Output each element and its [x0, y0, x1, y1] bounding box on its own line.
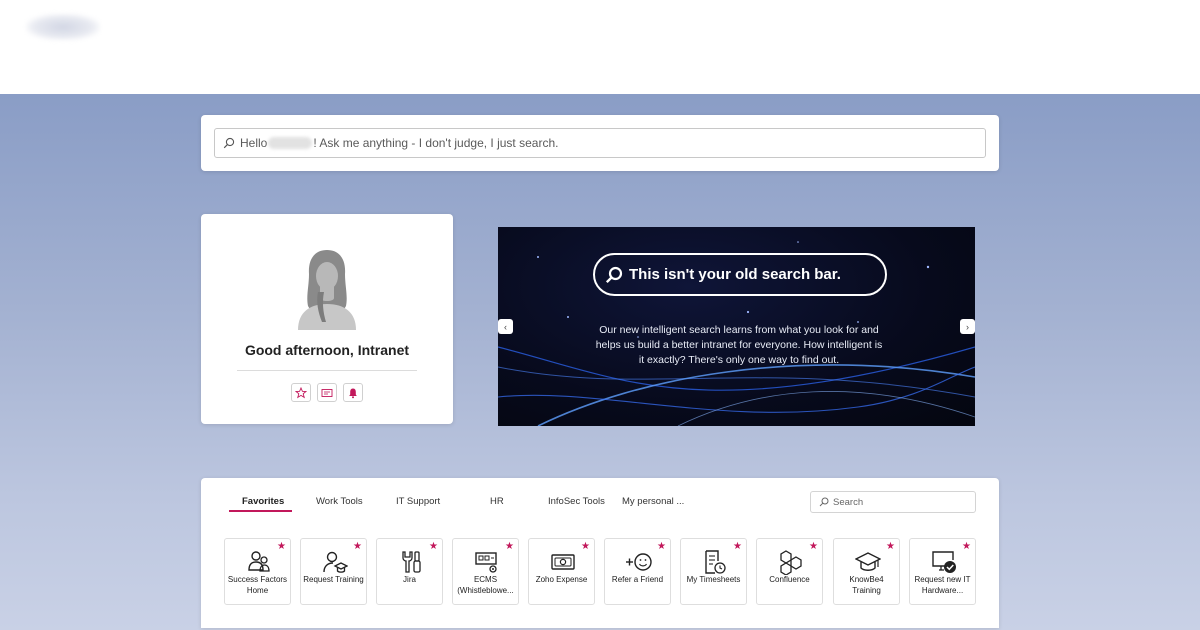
- monitor-check-icon: [932, 551, 956, 573]
- tab-infosec-tools[interactable]: InfoSec Tools: [548, 496, 605, 507]
- favorite-star-icon[interactable]: ★: [809, 542, 818, 552]
- favorite-star-icon[interactable]: ★: [733, 542, 742, 552]
- tile-request-new-it-hardware[interactable]: ★ Request new IT Hardware...: [909, 538, 976, 605]
- person-graduate-icon: [323, 551, 348, 573]
- tile-label: Request Training: [303, 575, 364, 584]
- favorite-star-icon[interactable]: ★: [505, 542, 514, 552]
- id-card-icon: [321, 388, 333, 397]
- carousel-prev-button[interactable]: ‹: [498, 319, 513, 334]
- tile-label: Refer a Friend: [611, 575, 664, 584]
- tile-success-factors-home[interactable]: ★ Success Factors Home: [224, 538, 291, 605]
- tile-label: Jira: [403, 575, 416, 584]
- tab-work-tools[interactable]: Work Tools: [316, 496, 363, 507]
- tile-label: My Timesheets: [686, 575, 741, 584]
- timesheet-icon: [705, 550, 726, 574]
- notifications-button[interactable]: [343, 383, 363, 402]
- tile-ecms[interactable]: ★ ECMS (Whistleblowe...: [452, 538, 519, 605]
- favorite-star-icon[interactable]: ★: [429, 542, 438, 552]
- redacted-user-name: [268, 137, 313, 149]
- promo-banner[interactable]: This isn't your old search bar. Our new …: [498, 227, 975, 426]
- banner-headline-text: This isn't your old search bar.: [629, 266, 841, 283]
- tile-label: ECMS (Whistleblowe...: [457, 575, 514, 595]
- carousel-next-button[interactable]: ›: [960, 319, 975, 334]
- mortarboard-icon: [855, 552, 881, 571]
- add-smiley-icon: [626, 553, 652, 571]
- tab-hr[interactable]: HR: [490, 496, 504, 507]
- search-card: Hello ! Ask me anything - I don't judge,…: [201, 115, 999, 171]
- favorite-star-icon[interactable]: ★: [657, 542, 666, 552]
- global-search-input[interactable]: Hello ! Ask me anything - I don't judge,…: [214, 128, 986, 158]
- tile-label: Confluence: [769, 575, 810, 584]
- bell-icon: [349, 388, 357, 398]
- favorite-star-icon[interactable]: ★: [962, 542, 971, 552]
- tile-label: KnowBe4 Training: [849, 575, 884, 595]
- favorite-star-icon[interactable]: ★: [886, 542, 895, 552]
- tools-search-placeholder: Search: [833, 496, 864, 508]
- favorites-button[interactable]: [291, 383, 311, 402]
- tile-knowbe4-training[interactable]: ★ KnowBe4 Training: [833, 538, 900, 605]
- divider: [237, 370, 417, 371]
- chevron-left-icon: ‹: [504, 321, 507, 332]
- search-icon: [605, 266, 623, 283]
- hexagons-icon: [780, 550, 802, 575]
- company-logo[interactable]: [26, 14, 100, 40]
- money-icon: [551, 554, 575, 570]
- people-icon: [248, 551, 270, 572]
- favorite-star-icon[interactable]: ★: [581, 542, 590, 552]
- tile-label: Success Factors Home: [227, 575, 288, 595]
- tile-zoho-expense[interactable]: ★ Zoho Expense: [528, 538, 595, 605]
- chevron-right-icon: ›: [966, 321, 969, 332]
- search-placeholder-text: ! Ask me anything - I don't judge, I jus…: [313, 136, 559, 150]
- tab-my-personal[interactable]: My personal ...: [622, 496, 684, 507]
- greeting-text: Good afternoon, Intranet: [244, 342, 410, 358]
- banner-body-text: Our new intelligent search learns from w…: [595, 324, 883, 366]
- tools-search-input[interactable]: Search: [810, 491, 976, 513]
- tile-request-training[interactable]: ★ Request Training: [300, 538, 367, 605]
- star-icon: [295, 386, 307, 398]
- tile-label: Zoho Expense: [535, 575, 588, 584]
- tile-refer-a-friend[interactable]: ★ Refer a Friend: [604, 538, 671, 605]
- top-header: [0, 0, 1200, 94]
- banner-headline: This isn't your old search bar.: [593, 253, 887, 296]
- tile-label: Request new IT Hardware...: [914, 575, 971, 595]
- search-icon: [819, 497, 829, 507]
- tools-icon: [402, 551, 421, 573]
- search-icon: [223, 137, 235, 149]
- favorite-star-icon[interactable]: ★: [353, 542, 362, 552]
- tile-confluence[interactable]: ★ Confluence: [756, 538, 823, 605]
- tab-it-support[interactable]: IT Support: [396, 496, 440, 507]
- tools-card: Favorites Work Tools IT Support HR InfoS…: [201, 478, 999, 628]
- search-greeting-prefix: Hello: [240, 136, 268, 150]
- tile-my-timesheets[interactable]: ★ My Timesheets: [680, 538, 747, 605]
- server-settings-icon: [475, 552, 497, 573]
- active-tab-indicator: [229, 510, 292, 512]
- avatar: [298, 250, 356, 330]
- id-card-button[interactable]: [317, 383, 337, 402]
- favorite-star-icon[interactable]: ★: [277, 542, 286, 552]
- tab-favorites[interactable]: Favorites: [242, 496, 284, 507]
- profile-card: Good afternoon, Intranet: [201, 214, 453, 424]
- tile-jira[interactable]: ★ Jira: [376, 538, 443, 605]
